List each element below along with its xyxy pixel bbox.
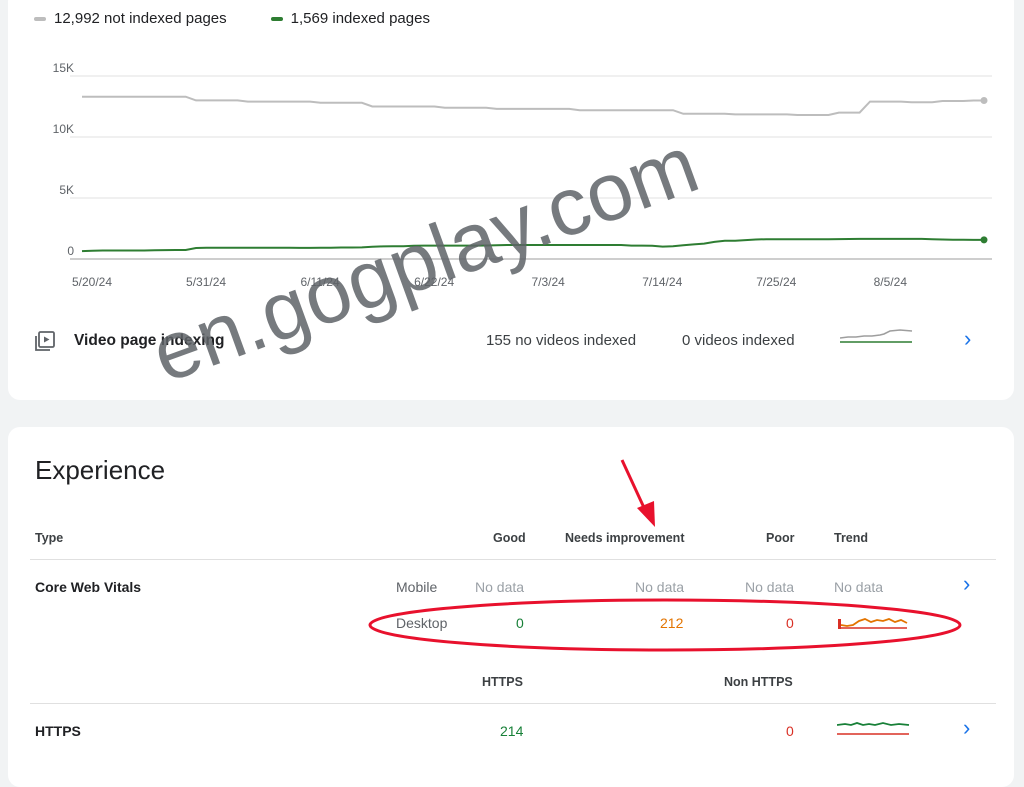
header-https: HTTPS (482, 675, 523, 689)
desktop-needs-improvement-value: 212 (660, 615, 684, 631)
video-indexing-chevron-right-icon[interactable]: › (964, 326, 971, 352)
x-tick-label: 7/3/24 (531, 275, 565, 289)
desktop-device-label: Desktop (396, 615, 448, 631)
https-header-divider (30, 703, 996, 704)
y-tick-label: 15K (53, 61, 74, 75)
y-tick-label: 5K (59, 183, 74, 197)
header-divider (30, 559, 996, 560)
series-line-not-indexed[interactable] (82, 95, 984, 116)
core-web-vitals-chevron-right-icon[interactable]: › (963, 571, 970, 597)
desktop-trend-sparkline (838, 618, 908, 629)
https-trend-sparkline (837, 722, 910, 735)
https-value: 214 (500, 723, 524, 739)
mobile-poor-value: No data (745, 579, 795, 595)
x-tick-label: 7/14/24 (642, 275, 682, 289)
header-non-https: Non HTTPS (724, 675, 793, 689)
header-type: Type (35, 531, 64, 545)
mobile-trend-value: No data (834, 579, 884, 595)
header-good: Good (493, 531, 526, 545)
y-tick-label: 10K (53, 122, 74, 136)
mobile-good-value: No data (475, 579, 525, 595)
experience-title: Experience (35, 455, 166, 485)
video-library-icon (35, 331, 55, 351)
x-tick-label: 8/5/24 (874, 275, 908, 289)
series-endpoint-not-indexed (980, 96, 988, 104)
header-trend: Trend (834, 531, 869, 545)
series-endpoint-indexed (980, 236, 988, 244)
videos-indexed-count: 0 videos indexed (682, 332, 795, 349)
https-label: HTTPS (35, 723, 81, 739)
header-poor: Poor (766, 531, 795, 545)
core-web-vitals-label: Core Web Vitals (35, 579, 142, 595)
no-videos-indexed-count: 155 no videos indexed (486, 332, 637, 349)
desktop-poor-value: 0 (786, 615, 794, 631)
header-needs-improvement: Needs improvement (565, 531, 685, 545)
https-chevron-right-icon[interactable]: › (963, 715, 970, 741)
mobile-needs-improvement-value: No data (635, 579, 685, 595)
x-tick-label: 7/25/24 (756, 275, 796, 289)
x-tick-label: 5/20/24 (72, 275, 112, 289)
mobile-device-label: Mobile (396, 579, 438, 595)
experience-card: Experience Type Good Needs improvement P… (8, 427, 1014, 787)
desktop-good-value: 0 (516, 615, 524, 631)
video-trend-sparkline (840, 329, 913, 343)
y-tick-label: 0 (67, 244, 74, 258)
non-https-value: 0 (786, 723, 794, 739)
